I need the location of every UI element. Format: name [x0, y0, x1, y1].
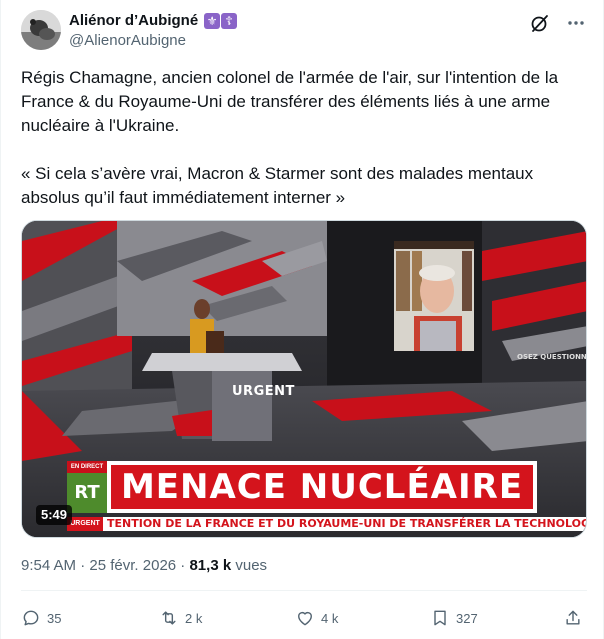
like-count: 4 k — [321, 610, 339, 626]
svg-text:OSEZ QUESTIONNE: OSEZ QUESTIONNE — [517, 353, 587, 361]
studio-urgent-text: URGENT — [232, 384, 295, 399]
fleur-de-lis-icon: ⚜ — [204, 13, 221, 29]
emoji-badges: ⚜ ☦ — [204, 13, 238, 29]
display-name[interactable]: Aliénor d’Aubigné — [69, 11, 198, 31]
like-button[interactable]: 4 k — [295, 606, 338, 630]
tweet-header: Aliénor d’Aubigné ⚜ ☦ @AlienorAubigne — [21, 10, 587, 54]
meta-separator: · — [80, 557, 86, 574]
tweet-text: Régis Chamagne, ancien colonel de l'armé… — [21, 66, 581, 210]
display-name-row[interactable]: Aliénor d’Aubigné ⚜ ☦ — [69, 11, 238, 31]
meta-separator: · — [180, 557, 186, 574]
repost-count: 2 k — [185, 610, 203, 626]
more-icon[interactable] — [565, 12, 587, 34]
action-bar: 35 2 k 4 k 327 — [21, 606, 587, 630]
reply-icon — [23, 610, 39, 626]
tweet-time[interactable]: 9:54 AM — [21, 557, 76, 574]
tweet-card: Aliénor d’Aubigné ⚜ ☦ @AlienorAubigne Ré… — [0, 0, 604, 639]
bookmark-icon — [434, 610, 446, 626]
more-icon-glyph — [568, 21, 584, 25]
urgent-tag: URGENT — [67, 517, 103, 531]
rt-logo: RT — [67, 473, 107, 513]
repost-button[interactable]: 2 k — [159, 606, 202, 630]
heart-icon — [298, 611, 312, 626]
news-ticker: TENTION DE LA FRANCE ET DU ROYAUME-UNI D… — [103, 517, 586, 531]
views-count[interactable]: 81,3 k — [189, 557, 231, 574]
reply-button[interactable]: 35 — [21, 606, 61, 630]
bookmark-count: 327 — [456, 610, 478, 626]
share-button[interactable] — [563, 606, 583, 630]
tweet-paragraph-quote: « Si cela s’avère vrai, Macron & Starmer… — [21, 164, 534, 207]
headline-text: MENACE NUCLÉAIRE — [111, 465, 533, 509]
tweet-paragraph: Régis Chamagne, ancien colonel de l'armé… — [21, 68, 559, 135]
orthodox-cross-icon: ☦ — [221, 13, 238, 29]
grok-icon-glyph — [531, 15, 548, 32]
video-player[interactable]: OSEZ QUESTIONNE URGENT EN DIRECT RT MENA… — [21, 220, 587, 538]
user-handle[interactable]: @AlienorAubigne — [69, 31, 237, 51]
author-names: Aliénor d’Aubigné ⚜ ☦ @AlienorAubigne — [69, 11, 238, 51]
avatar-image — [21, 10, 61, 50]
avatar[interactable] — [21, 10, 61, 50]
live-badge: EN DIRECT — [67, 461, 107, 473]
share-icon — [566, 610, 580, 625]
video-duration: 5:49 — [36, 505, 73, 525]
tweet-date[interactable]: 25 févr. 2026 — [89, 557, 176, 574]
views-label: vues — [235, 557, 268, 574]
divider — [21, 590, 587, 591]
header-actions — [529, 12, 587, 34]
tweet-meta: 9:54 AM · 25 févr. 2026 · 81,3 k vues — [21, 556, 267, 576]
headline-banner: MENACE NUCLÉAIRE — [107, 461, 537, 513]
bookmark-button[interactable]: 327 — [430, 606, 478, 630]
grok-icon[interactable] — [529, 12, 551, 34]
repost-icon — [162, 611, 176, 625]
reply-count: 35 — [47, 610, 62, 626]
